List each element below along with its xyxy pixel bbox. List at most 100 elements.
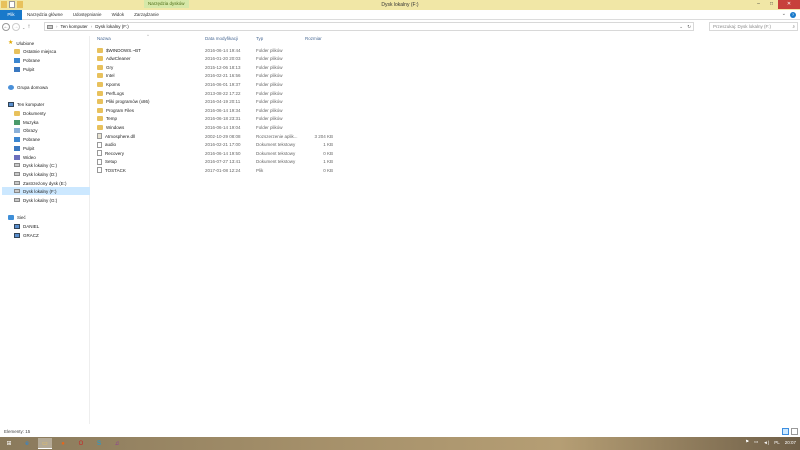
breadcrumb-separator[interactable]: ›: [56, 24, 58, 29]
details-view-button[interactable]: [782, 428, 789, 435]
nav-downloads[interactable]: Pobrane: [14, 56, 40, 64]
search-icon[interactable]: ⌕: [792, 23, 795, 31]
nav-downloads-pc[interactable]: Pobrane: [14, 135, 40, 143]
start-button[interactable]: ⊞: [2, 438, 16, 449]
nav-this-pc[interactable]: Ten komputer: [8, 100, 44, 108]
file-size: 3 204 KB: [314, 133, 333, 139]
close-button[interactable]: ✕: [778, 0, 800, 9]
clock[interactable]: 20:07: [785, 440, 796, 445]
app-purple-icon[interactable]: ♫: [110, 438, 124, 449]
folder-icon: [97, 107, 103, 113]
file-name-cell: Setup: [97, 158, 117, 165]
nav-drive-d[interactable]: Dysk lokalny (D:): [14, 170, 57, 178]
nav-pictures[interactable]: Obrazy: [14, 126, 38, 134]
nav-network-gracz[interactable]: GRACZ: [14, 231, 39, 239]
opera-icon[interactable]: O: [74, 438, 88, 449]
nav-item-label: Obrazy: [23, 127, 38, 133]
ribbon-expand-icon[interactable]: ⌄: [782, 11, 786, 17]
breadcrumb-this-pc[interactable]: Ten komputer: [61, 24, 88, 29]
table-row[interactable]: TOSTACK 2017-01-08 12:24 Plik 0 KB: [94, 166, 800, 174]
up-button[interactable]: ↑: [27, 24, 30, 30]
recent-places-icon: [14, 48, 20, 54]
recent-locations-chevron-icon[interactable]: ⌄: [22, 25, 25, 30]
help-icon[interactable]: ?: [790, 12, 796, 18]
tab-manage[interactable]: Zarządzanie: [129, 10, 164, 20]
nav-network[interactable]: Sieć: [8, 213, 26, 221]
file-date: 2016-06-14 19:50: [205, 150, 241, 156]
table-row[interactable]: Gry 2015-12-06 18:13 Folder plików: [94, 63, 800, 71]
downloads-icon: [14, 57, 20, 63]
nav-favorites[interactable]: ★ Ulubione: [8, 39, 34, 47]
tab-view[interactable]: Widok: [107, 10, 130, 20]
file-name-cell: Program Files: [97, 107, 135, 113]
explorer-icon[interactable]: ▭: [38, 438, 52, 449]
table-row[interactable]: Temp 2016-06-18 23:31 Folder plików: [94, 115, 800, 123]
file-type: Folder plików: [256, 73, 283, 79]
nav-homegroup[interactable]: Grupa domowa: [8, 83, 48, 91]
nav-recent-places[interactable]: Ostatnie miejsca: [14, 47, 56, 55]
breadcrumb-drive-f[interactable]: Dysk lokalny (F:): [95, 24, 129, 29]
breadcrumb-separator[interactable]: ›: [91, 24, 93, 29]
refresh-icon[interactable]: ↻: [687, 24, 691, 30]
language-indicator[interactable]: PL: [774, 440, 780, 445]
table-row[interactable]: PerfLogs 2013-08-22 17:22 Folder plików: [94, 89, 800, 97]
nav-drive-c[interactable]: Dysk lokalny (C:): [14, 161, 57, 169]
nav-videos[interactable]: Wideo: [14, 153, 36, 161]
music-icon: [14, 119, 20, 125]
search-input[interactable]: Przeszukaj: Dysk lokalny (F:) ⌕: [709, 22, 798, 31]
firefox-icon[interactable]: ●: [56, 438, 70, 449]
file-name-cell: Pliki programów (x86): [97, 99, 150, 105]
file-name: Gry: [106, 64, 114, 70]
screen-icon[interactable]: ▭: [754, 439, 758, 445]
nav-item-label: Muzyka: [23, 119, 39, 125]
nav-desktop-pc[interactable]: Pulpit: [14, 144, 34, 152]
skype-icon[interactable]: S: [92, 438, 106, 449]
maximize-button[interactable]: □: [765, 0, 778, 9]
table-row[interactable]: Intel 2016-02-21 16:56 Folder plików: [94, 72, 800, 80]
volume-icon[interactable]: ◄): [763, 440, 769, 445]
flag-icon[interactable]: ⚑: [745, 439, 749, 445]
folder-icon: [97, 47, 103, 53]
nav-drive-g[interactable]: Dysk lokalny (G:): [14, 196, 57, 204]
network-icon: [8, 214, 14, 220]
minimize-button[interactable]: –: [752, 0, 765, 9]
address-bar[interactable]: › Ten komputer › Dysk lokalny (F:) ⌄ ↻: [44, 22, 694, 31]
nav-item-label: Pulpit: [23, 145, 35, 151]
large-icons-view-button[interactable]: [791, 428, 798, 435]
nav-music[interactable]: Muzyka: [14, 118, 39, 126]
table-row[interactable]: AdwCleaner 2016-01-20 20:03 Folder plików: [94, 55, 800, 63]
address-dropdown-icon[interactable]: ⌄: [679, 24, 683, 30]
ie-icon[interactable]: e: [20, 438, 34, 449]
table-row[interactable]: $WINDOWS.~BT 2016-06-14 19:44 Folder plikó…: [94, 46, 800, 54]
nav-drive-f[interactable]: Dysk lokalny (F:): [2, 187, 90, 195]
table-row[interactable]: Setup 2016-07-27 13:41 Dokument tekstowy 1 …: [94, 158, 800, 166]
tab-home[interactable]: Narzędzia główne: [22, 10, 68, 20]
column-header-name[interactable]: Nazwa ^: [97, 33, 149, 44]
nav-desktop[interactable]: Pulpit: [14, 65, 34, 73]
forward-button[interactable]: →: [12, 23, 20, 31]
file-name: audio: [105, 142, 117, 148]
table-row[interactable]: Kpoms 2016-06-01 19:37 Folder plików: [94, 80, 800, 88]
back-button[interactable]: ←: [2, 23, 10, 31]
table-row[interactable]: Pliki programów (x86) 2016-04-19 20:11 Fol…: [94, 98, 800, 106]
table-row[interactable]: Atmosphere.dll 2002-10-29 08:08 Rozszerzen…: [94, 132, 800, 140]
file-name: Program Files: [106, 107, 135, 113]
column-header-date[interactable]: Data modyfikacji: [205, 36, 238, 44]
table-row[interactable]: Windows 2016-06-14 19:04 Folder plików: [94, 123, 800, 131]
column-header-type[interactable]: Typ: [256, 36, 263, 44]
folder-icon: [97, 124, 103, 130]
table-row[interactable]: Recovery 2016-06-14 19:50 Dokument tekstow…: [94, 149, 800, 157]
file-date: 2016-06-14 19:04: [205, 124, 241, 130]
tab-file[interactable]: Plik: [0, 9, 22, 20]
column-header-size[interactable]: Rozmiar: [305, 36, 322, 44]
tab-share[interactable]: Udostępnianie: [68, 10, 107, 20]
nav-documents[interactable]: Dokumenty: [14, 109, 46, 117]
table-row[interactable]: Program Files 2016-06-14 19:34 Folder plik…: [94, 106, 800, 114]
nav-drive-e[interactable]: Zastrzeżony dysk (E:): [14, 179, 67, 187]
table-row[interactable]: audio 2016-02-21 17:00 Dokument tekstowy 1 …: [94, 141, 800, 149]
nav-item-label: Wideo: [23, 154, 36, 160]
documents-icon: [14, 110, 20, 116]
nav-network-daniel[interactable]: DANIEL: [14, 222, 39, 230]
file-date: 2016-06-14 19:34: [205, 107, 241, 113]
desktop-icon: [14, 145, 20, 151]
